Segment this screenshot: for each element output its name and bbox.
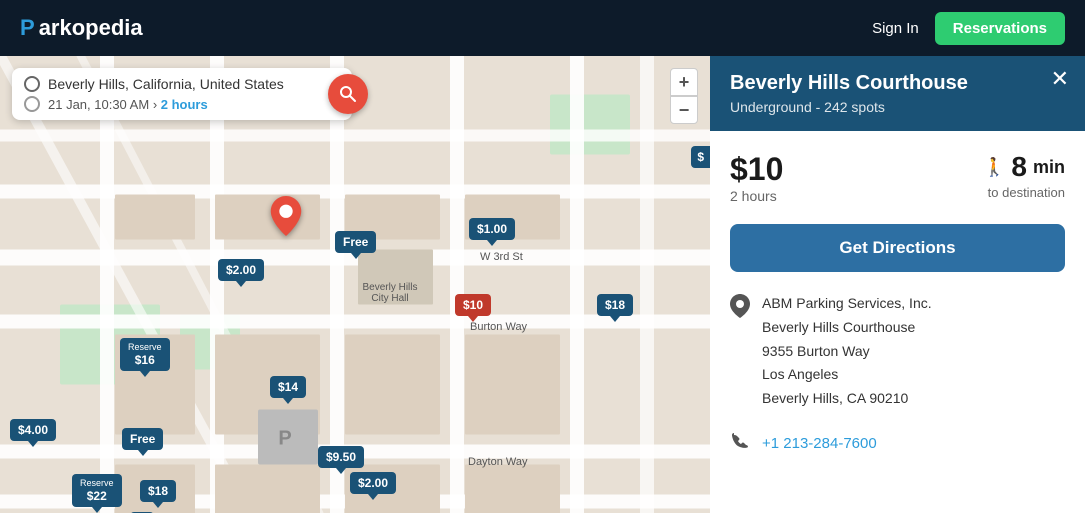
reserve-label-1: Reserve <box>128 342 162 353</box>
svg-text:P: P <box>278 428 291 450</box>
location-circle-icon <box>24 76 40 92</box>
close-button[interactable]: ✕ <box>1051 68 1069 90</box>
marker-14[interactable]: $14 <box>270 376 306 398</box>
get-directions-button[interactable]: Get Directions <box>730 224 1065 272</box>
price-amount: $10 <box>730 151 783 188</box>
zoom-out-button[interactable]: − <box>670 96 698 124</box>
marker-4-00[interactable]: $4.00 <box>10 419 56 441</box>
panel-title: Beverly Hills Courthouse <box>730 72 1065 95</box>
edge-price-marker[interactable]: $ <box>691 146 710 168</box>
header: Parkopedia Sign In Reservations <box>0 0 1085 56</box>
map-background: P <box>0 56 710 513</box>
sign-in-button[interactable]: Sign In <box>872 20 919 37</box>
walk-label: to destination <box>988 185 1065 200</box>
logo-p-icon: P <box>20 15 35 41</box>
price-info: $10 2 hours <box>730 151 783 204</box>
detail-panel: Beverly Hills Courthouse Underground - 2… <box>710 56 1085 513</box>
marker-2-00-1[interactable]: $2.00 <box>218 259 264 281</box>
reservations-button[interactable]: Reservations <box>935 12 1065 45</box>
address-section: ABM Parking Services, Inc. Beverly Hills… <box>730 292 1065 411</box>
reserve-price-1: $16 <box>135 353 155 367</box>
search-duration: 2 hours <box>161 97 208 112</box>
search-time-text: 21 Jan, 10:30 AM › 2 hours <box>48 97 208 112</box>
zoom-in-button[interactable]: + <box>670 68 698 96</box>
reserve-marker-16[interactable]: Reserve $16 <box>120 338 170 371</box>
phone-section: +1 213-284-7600 <box>730 431 1065 456</box>
panel-header: Beverly Hills Courthouse Underground - 2… <box>710 56 1085 131</box>
reserve-label-2: Reserve <box>80 478 114 489</box>
search-location-text: Beverly Hills, California, United States <box>48 76 284 92</box>
search-overlay: Beverly Hills, California, United States… <box>12 68 352 120</box>
search-time-row: 21 Jan, 10:30 AM › 2 hours <box>24 96 340 112</box>
reserve-price-2: $22 <box>87 489 107 503</box>
main-content: P Beverly Hills, California, United Stat… <box>0 56 1085 513</box>
selected-location-pin <box>270 196 302 241</box>
marker-free-1[interactable]: Free <box>335 231 376 253</box>
marker-1-00[interactable]: $1.00 <box>469 218 515 240</box>
marker-18-2[interactable]: $18 <box>140 480 176 502</box>
walk-unit: min <box>1033 157 1065 178</box>
marker-9-50[interactable]: $9.50 <box>318 446 364 468</box>
clock-icon <box>24 96 40 112</box>
search-icon <box>339 85 357 103</box>
marker-2-00-2[interactable]: $2.00 <box>350 472 396 494</box>
address-text: ABM Parking Services, Inc. Beverly Hills… <box>762 292 932 411</box>
map-area[interactable]: P Beverly Hills, California, United Stat… <box>0 56 710 513</box>
logo: Parkopedia <box>20 15 143 41</box>
walk-info: 🚶 8 min to destination <box>983 151 1065 200</box>
marker-free-2[interactable]: Free <box>122 428 163 450</box>
zoom-controls: + − <box>670 68 698 124</box>
panel-subtitle: Underground - 242 spots <box>730 99 1065 115</box>
phone-icon <box>730 431 750 456</box>
marker-10-selected[interactable]: $10 <box>455 294 491 316</box>
price-section: $10 2 hours 🚶 8 min to destination <box>730 151 1065 204</box>
panel-content: $10 2 hours 🚶 8 min to destination Get D… <box>710 131 1085 513</box>
marker-18-1[interactable]: $18 <box>597 294 633 316</box>
walk-icon: 🚶 <box>983 157 1005 178</box>
walk-time-row: 🚶 8 min <box>983 151 1065 183</box>
reserve-marker-22-1[interactable]: Reserve $22 <box>72 474 122 507</box>
search-button[interactable] <box>328 74 368 114</box>
phone-link[interactable]: +1 213-284-7600 <box>762 435 877 452</box>
header-right: Sign In Reservations <box>872 12 1065 45</box>
price-duration: 2 hours <box>730 188 783 204</box>
address-pin-icon <box>730 294 750 411</box>
walk-time: 8 <box>1011 151 1027 183</box>
search-location-row: Beverly Hills, California, United States <box>24 76 340 92</box>
